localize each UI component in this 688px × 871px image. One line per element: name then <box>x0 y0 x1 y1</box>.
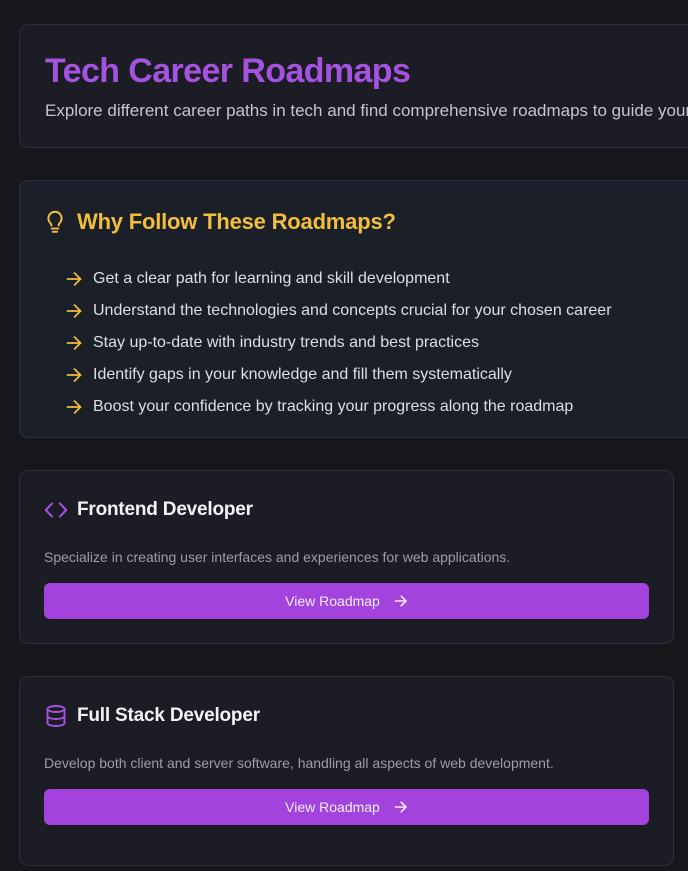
view-roadmap-button-label: View Roadmap <box>285 799 380 815</box>
arrow-right-icon <box>66 272 82 286</box>
list-item-text: Stay up-to-date with industry trends and… <box>93 334 479 351</box>
role-description: Specialize in creating user interfaces a… <box>44 549 511 565</box>
why-roadmaps-title: Why Follow These Roadmaps? <box>77 209 396 234</box>
role-title: Frontend Developer <box>77 499 253 520</box>
code-icon <box>44 500 68 520</box>
hero-card: Tech Career Roadmaps Explore different c… <box>19 24 688 148</box>
why-roadmaps-header: Why Follow These Roadmaps? <box>45 208 396 236</box>
arrow-right-icon <box>394 801 407 813</box>
role-card-header: Full Stack Developer <box>44 704 260 728</box>
arrow-right-icon <box>394 595 407 607</box>
list-item: Identify gaps in your knowledge and fill… <box>65 359 612 391</box>
list-item: Boost your confidence by tracking your p… <box>65 391 612 423</box>
arrow-right-icon <box>66 304 82 318</box>
arrow-right-icon <box>66 400 82 414</box>
list-item-text: Identify gaps in your knowledge and fill… <box>93 366 512 383</box>
role-card-frontend: Frontend Developer Specialize in creatin… <box>19 470 674 644</box>
list-item-text: Understand the technologies and concepts… <box>93 302 612 319</box>
role-card-full-stack: Full Stack Developer Develop both client… <box>19 676 674 866</box>
page: Tech Career Roadmaps Explore different c… <box>0 0 688 871</box>
list-item: Stay up-to-date with industry trends and… <box>65 327 612 359</box>
list-item-text: Get a clear path for learning and skill … <box>93 270 450 287</box>
arrow-right-icon <box>66 368 82 382</box>
lightbulb-icon <box>45 210 65 234</box>
role-description: Develop both client and server software,… <box>44 755 554 771</box>
arrow-right-icon <box>66 336 82 350</box>
role-card-header: Frontend Developer <box>44 498 253 522</box>
view-roadmap-button[interactable]: View Roadmap <box>44 789 649 825</box>
why-roadmaps-list: Get a clear path for learning and skill … <box>65 263 612 423</box>
list-item-text: Boost your confidence by tracking your p… <box>93 398 574 415</box>
database-icon <box>44 704 68 728</box>
role-title: Full Stack Developer <box>77 705 260 726</box>
list-item: Understand the technologies and concepts… <box>65 295 612 327</box>
why-roadmaps-card: Why Follow These Roadmaps? Get a clear p… <box>19 180 688 438</box>
page-subtitle: Explore different career paths in tech a… <box>45 101 688 120</box>
page-title: Tech Career Roadmaps <box>45 52 411 90</box>
view-roadmap-button[interactable]: View Roadmap <box>44 583 649 619</box>
list-item: Get a clear path for learning and skill … <box>65 263 612 295</box>
view-roadmap-button-label: View Roadmap <box>285 593 380 609</box>
